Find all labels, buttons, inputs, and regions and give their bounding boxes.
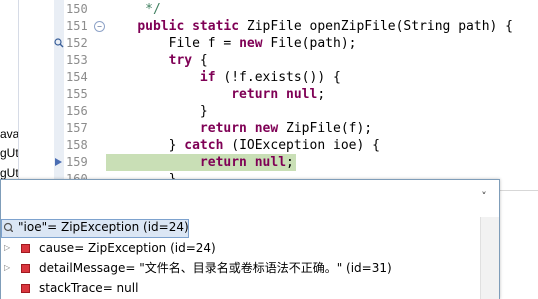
code-line[interactable]: File f = new File(path); xyxy=(106,35,538,52)
tree-item[interactable]: ava xyxy=(0,127,18,141)
breakpoint-arrow-icon xyxy=(55,158,62,166)
code-token: File f = xyxy=(106,36,240,51)
fold-toggle-icon[interactable]: − xyxy=(94,21,105,32)
code-line[interactable]: if (!f.exists()) { xyxy=(106,69,538,86)
chevron-down-icon[interactable]: ˅ xyxy=(477,190,491,204)
line-number: 159 xyxy=(66,155,88,169)
keyword-token: public static xyxy=(137,19,240,34)
line-number: 157 xyxy=(66,121,88,135)
expand-arrow-icon[interactable]: ▷ xyxy=(4,263,10,273)
inspect-icon xyxy=(3,222,13,232)
line-number: 156 xyxy=(66,104,88,118)
code-token: (!f.exists()) { xyxy=(215,70,341,85)
code-line[interactable]: } catch (IOException ioe) { xyxy=(106,137,538,154)
root-variable-label: "ioe"= ZipException (id=24) xyxy=(18,220,189,234)
private-field-icon xyxy=(21,264,30,273)
code-token: } xyxy=(106,138,185,153)
code-line[interactable]: public static ZipFile openZipFile(String… xyxy=(106,18,538,35)
line-number: 155 xyxy=(66,87,88,101)
line-number: 150 xyxy=(66,2,88,16)
code-token: } xyxy=(106,104,208,119)
tree-item[interactable]: gUt xyxy=(0,166,18,180)
keyword-token: if xyxy=(199,70,216,85)
code-token: ; xyxy=(317,87,326,102)
code-token: (IOException ioe) { xyxy=(223,138,380,153)
line-number-gutter: 150151152153154155156157158159160− xyxy=(64,0,106,190)
comment-token: */ xyxy=(145,2,161,17)
variable-label: detailMessage= "文件名、目录名或卷标语法不正确。" (id=31… xyxy=(39,261,392,275)
code-token: ZipFile(f); xyxy=(278,121,373,136)
line-number: 154 xyxy=(66,70,88,84)
variable-row[interactable]: ▷ detailMessage= "文件名、目录名或卷标语法不正确。" (id=3… xyxy=(1,258,499,278)
keyword-token: catch xyxy=(184,138,224,153)
code-token: { xyxy=(192,53,208,68)
private-field-icon xyxy=(21,244,30,253)
tree-item[interactable]: gUt xyxy=(0,146,18,160)
expand-arrow-icon[interactable]: ▷ xyxy=(4,243,10,253)
keyword-token: new xyxy=(239,36,263,51)
search-icon xyxy=(54,38,64,48)
marker-ruler xyxy=(54,0,64,190)
variable-label: stackTrace= null xyxy=(39,281,139,295)
line-number: 158 xyxy=(66,138,88,152)
variable-label: cause= ZipException (id=24) xyxy=(39,241,216,255)
code-line[interactable]: return null; xyxy=(106,86,538,103)
keyword-token: try xyxy=(168,53,193,68)
code-token: ; xyxy=(286,155,294,170)
keyword-token: return null xyxy=(231,87,318,102)
current-code-line[interactable]: return null; xyxy=(106,154,296,171)
scrollbar[interactable] xyxy=(480,217,499,299)
variable-row[interactable]: ▷ cause= ZipException (id=24) xyxy=(1,238,499,258)
code-line[interactable]: */ xyxy=(106,1,538,18)
code-token: ZipFile openZipFile(String path) { xyxy=(239,19,513,34)
popup-header: ˅ xyxy=(1,180,499,217)
keyword-token: return null xyxy=(199,155,287,170)
code-token: File(path); xyxy=(262,36,357,51)
code-line[interactable]: } xyxy=(106,103,538,120)
line-number: 153 xyxy=(66,53,88,67)
variable-row[interactable]: stackTrace= null xyxy=(1,278,499,298)
code-editor[interactable]: */ public static ZipFile openZipFile(Str… xyxy=(106,0,538,190)
private-field-icon xyxy=(21,284,30,293)
line-number: 152 xyxy=(66,36,88,50)
code-line[interactable]: return new ZipFile(f); xyxy=(106,120,538,137)
inspect-popup[interactable]: ˅ "ioe"= ZipException (id=24) ▷ cause= Zi… xyxy=(0,179,500,299)
keyword-token: return new xyxy=(199,121,279,136)
editor-bottom-edge xyxy=(498,190,538,299)
code-line[interactable]: try { xyxy=(106,52,538,69)
